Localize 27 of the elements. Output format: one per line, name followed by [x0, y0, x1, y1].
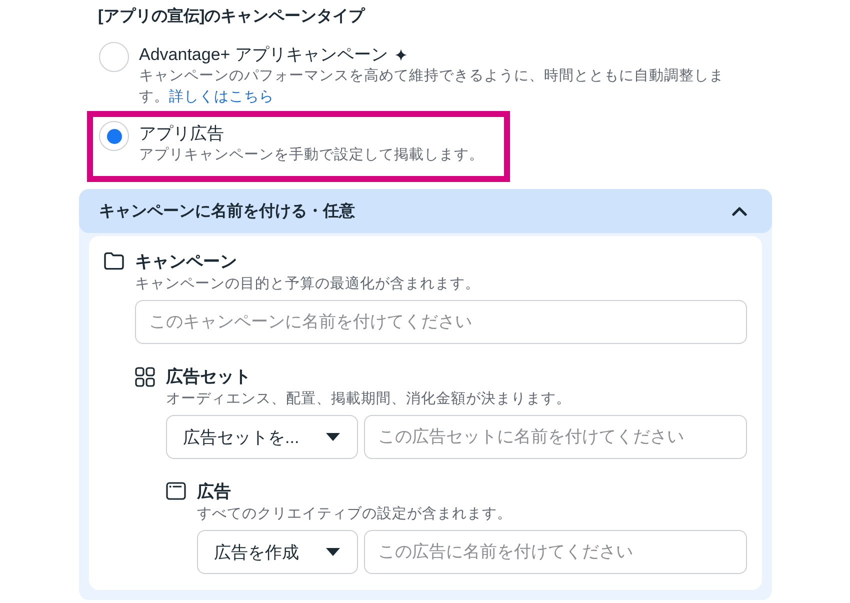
option-title: アプリ広告 [139, 123, 224, 145]
caret-down-icon [326, 548, 340, 556]
level-description: すべてのクリエイティブの設定が含まれます。 [197, 504, 513, 524]
level-title: 広告セット [166, 366, 252, 388]
name-input[interactable]: このキャンペーンに名前を付けてください [135, 300, 747, 344]
caret-down-icon [326, 433, 340, 441]
folder-icon [104, 252, 124, 270]
dropdown[interactable]: 広告セットを... [166, 415, 358, 459]
learn-more-link[interactable]: 詳しくはこちら [169, 89, 274, 105]
radio-button[interactable] [99, 42, 129, 72]
grid-icon [135, 367, 155, 387]
sparkle-icon [394, 49, 407, 61]
level-description: キャンペーンの目的と予算の最適化が含まれます。 [135, 274, 481, 294]
level-description: オーディエンス、配置、掲載期間、消化金額が決まります。 [166, 390, 572, 409]
level-title: キャンペーン [135, 251, 238, 273]
level-title: 広告 [197, 481, 232, 503]
radio-button[interactable] [99, 121, 129, 151]
window-icon [166, 482, 186, 500]
dropdown[interactable]: 広告を作成 [197, 530, 358, 574]
option-description: キャンペーンのパフォーマンスを高めて維持できるように、時間とともに自動調整します。詳しくはこちら [139, 66, 725, 107]
name-input[interactable]: この広告に名前を付けてください [364, 530, 747, 574]
option-description: アプリキャンペーンを手動で設定して掲載します。 [139, 146, 484, 165]
chevron-up-icon[interactable] [732, 206, 747, 216]
accordion-header[interactable]: キャンペーンに名前を付ける・任意 [79, 189, 772, 233]
name-input[interactable]: この広告セットに名前を付けてください [364, 415, 747, 459]
section-heading: [アプリの宣伝]のキャンペーンタイプ [98, 6, 366, 27]
option-title: Advantage+ アプリキャンペーン [139, 44, 388, 66]
